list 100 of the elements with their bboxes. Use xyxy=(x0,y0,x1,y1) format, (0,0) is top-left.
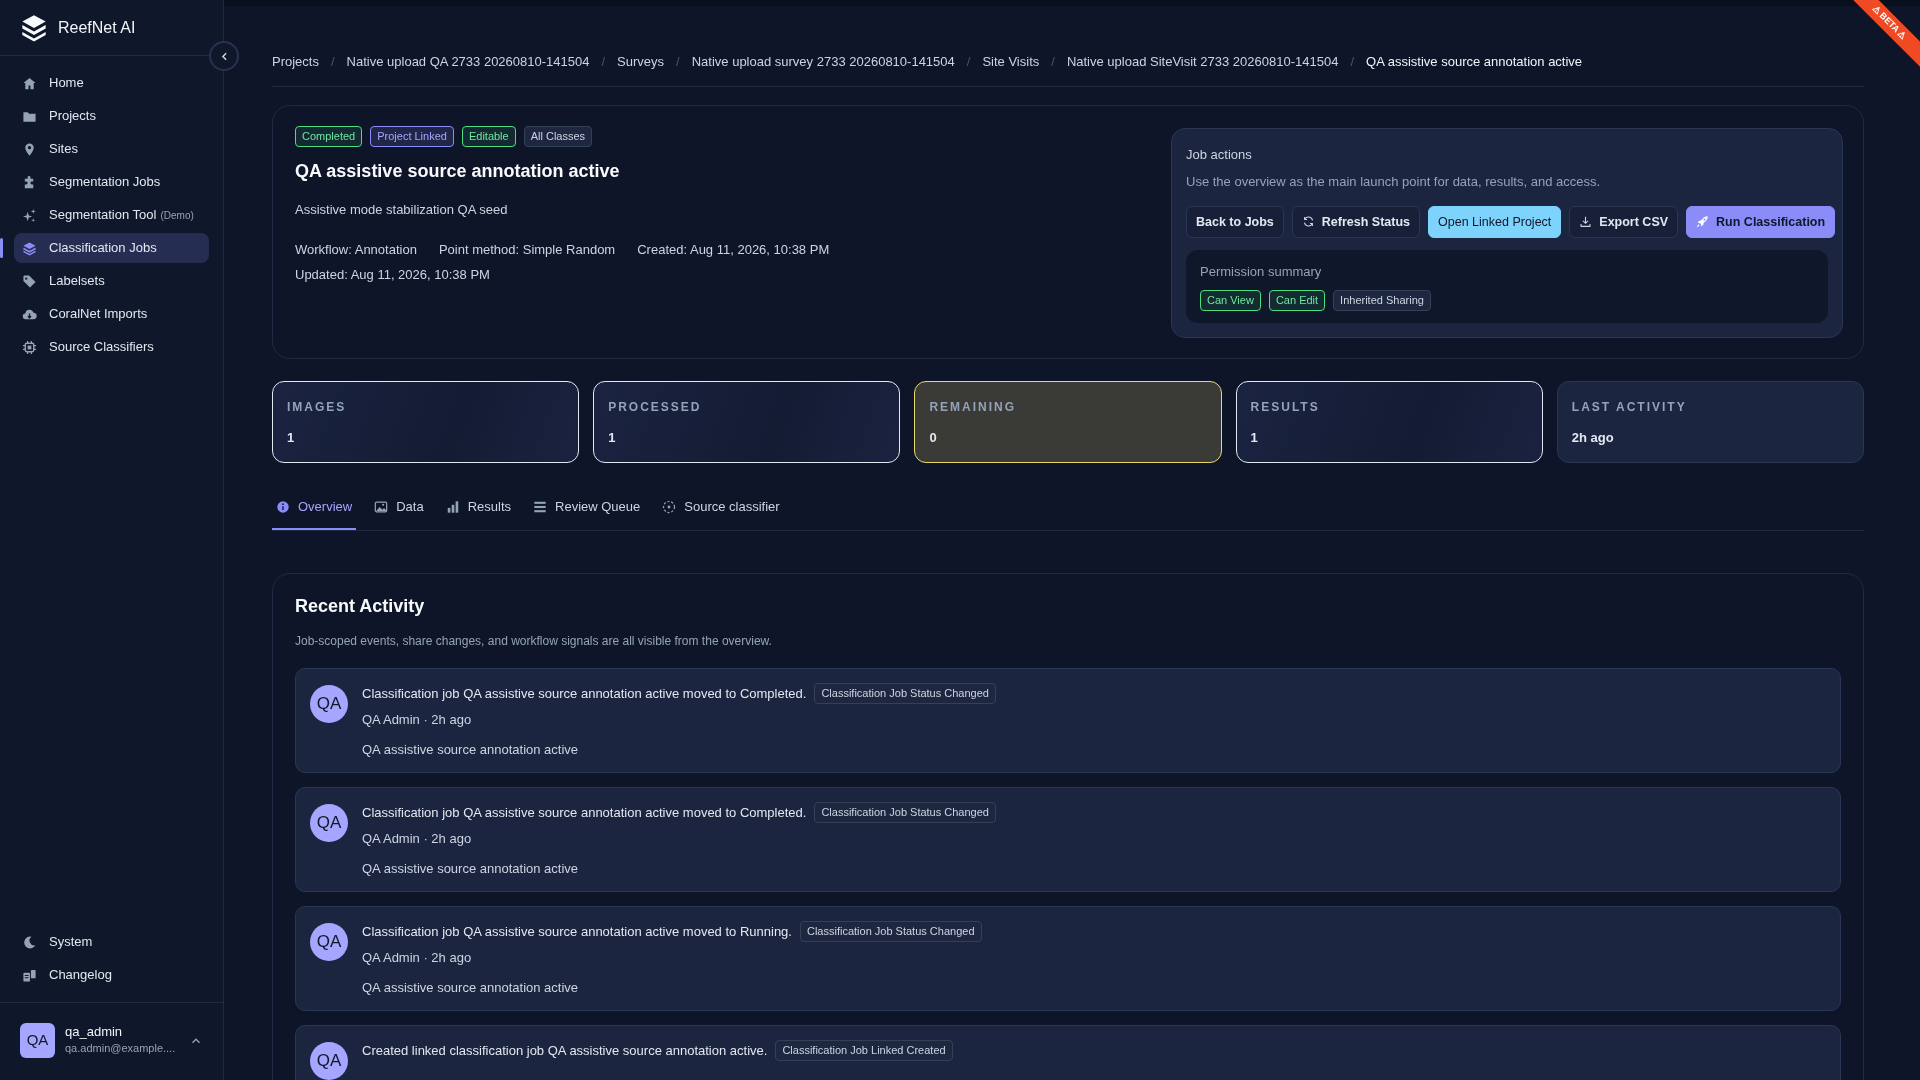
brand-name: ReefNet AI xyxy=(58,17,136,38)
sidebar-item[interactable]: CoralNet Imports xyxy=(14,299,209,329)
breadcrumb-current: QA assistive source annotation active xyxy=(1366,53,1583,71)
permission-badge: Can View xyxy=(1200,289,1261,311)
sidebar-item[interactable]: Labelsets xyxy=(14,266,209,296)
sidebar-item[interactable]: Segmentation Tool (Demo) xyxy=(14,200,209,230)
tab[interactable]: Results xyxy=(441,490,515,531)
breadcrumb-link[interactable]: Surveys xyxy=(617,52,665,72)
event-badge: Classification Job Linked Created xyxy=(775,1040,953,1062)
sidebar-item[interactable]: Sites xyxy=(14,134,209,164)
activity-message: Classification job QA assistive source annotation active moved to Completed. xyxy=(362,684,807,703)
activity-meta: QA Admin · 2h ago xyxy=(362,711,473,730)
event-badge: Classification Job Status Changed xyxy=(799,921,982,943)
home-icon xyxy=(22,75,37,91)
run-button[interactable]: Run Classification xyxy=(1686,205,1836,239)
back-button[interactable]: Back to Jobs xyxy=(1186,205,1284,239)
documents-icon xyxy=(22,967,37,983)
activity-meta: QA Admin · 2h ago xyxy=(362,949,473,968)
sidebar-item[interactable]: Source Classifiers xyxy=(14,332,209,362)
refresh-button[interactable]: Refresh Status xyxy=(1291,205,1421,239)
breadcrumb-separator: / xyxy=(676,53,680,71)
breadcrumb-separator: / xyxy=(1051,53,1055,71)
stat-label: RESULTS xyxy=(1250,398,1321,416)
dashed-circle-icon xyxy=(662,499,677,514)
open-project-button[interactable]: Open Linked Project xyxy=(1428,205,1562,239)
activity-message: Created linked classification job QA assistive source annotation active. xyxy=(362,1041,768,1060)
status-badge: Completed xyxy=(295,125,363,147)
status-badge: Project Linked xyxy=(370,125,454,147)
tab[interactable]: Source classifier xyxy=(658,490,784,531)
sidebar-item[interactable]: Segmentation Jobs xyxy=(14,167,209,197)
activity-message: Classification job QA assistive source annotation active moved to Completed. xyxy=(362,803,807,822)
user-email: qa.admin@example.... xyxy=(65,1041,177,1057)
stat-label: LAST ACTIVITY xyxy=(1571,398,1688,416)
tab[interactable]: Review Queue xyxy=(529,490,645,531)
activity-detail: QA assistive source annotation active xyxy=(362,740,580,759)
tab[interactable]: Data xyxy=(370,490,428,531)
job-meta: Point method: Simple Random xyxy=(438,240,616,259)
moon-icon xyxy=(22,934,37,950)
stat-value: 1 xyxy=(1250,428,1259,447)
map-pin-icon xyxy=(22,141,37,157)
sidebar-item[interactable]: Home xyxy=(14,68,209,98)
event-badge: Classification Job Status Changed xyxy=(814,683,996,705)
activity-detail: QA assistive source annotation active xyxy=(362,978,580,997)
breadcrumb-link[interactable]: Projects xyxy=(272,52,319,72)
stat-label: REMAINING xyxy=(929,398,1018,416)
breadcrumb-link[interactable]: Native upload SiteVisit 2733 20260810-141504 xyxy=(1066,52,1339,72)
export-button[interactable]: Export CSV xyxy=(1569,205,1679,239)
sidebar-item[interactable]: Projects xyxy=(14,101,209,131)
job-meta: Updated: Aug 11, 2026, 10:38 PM xyxy=(295,266,490,285)
panel-description: Use the overview as the main launch point for data, results, and access. xyxy=(1186,173,1602,191)
breadcrumb-separator: / xyxy=(601,53,606,71)
layers-icon xyxy=(22,240,37,256)
permission-title: Permission summary xyxy=(1200,263,1323,282)
info-icon xyxy=(276,499,290,514)
user-avatar: QA xyxy=(310,923,348,962)
breadcrumb-link[interactable]: Native upload survey 2733 20260810-141504 xyxy=(691,52,955,72)
refresh-icon xyxy=(1301,215,1315,229)
breadcrumb-separator: / xyxy=(330,53,335,71)
logo-icon xyxy=(20,13,48,42)
panel-title: Job actions xyxy=(1186,145,1253,164)
breadcrumb-separator: / xyxy=(1350,53,1355,71)
stat-value: 1 xyxy=(287,428,296,447)
user-avatar: QA xyxy=(20,1023,55,1058)
stat-value: 2h ago xyxy=(1571,428,1615,447)
permission-badge: Inherited Sharing xyxy=(1333,289,1431,311)
sidebar-item[interactable]: Classification Jobs xyxy=(14,233,209,263)
sidebar-item[interactable]: System xyxy=(14,927,209,957)
active-indicator xyxy=(0,238,3,258)
section-description: Job-scoped events, share changes, and workflow signals are all visible from the overview. xyxy=(295,633,773,651)
breadcrumb-separator: / xyxy=(966,53,971,71)
chip-icon xyxy=(22,339,37,355)
rocket-icon xyxy=(1696,215,1710,229)
activity-detail: QA assistive source annotation active xyxy=(362,859,580,878)
image-icon xyxy=(374,499,389,514)
user-avatar: QA xyxy=(310,1042,348,1080)
permission-badge: Can Edit xyxy=(1268,289,1326,311)
tab[interactable]: Overview xyxy=(272,490,357,531)
breadcrumb-link[interactable]: Native upload QA 2733 20260810-141504 xyxy=(346,52,590,72)
breadcrumb-link[interactable]: Site Visits xyxy=(982,52,1040,72)
job-meta: Created: Aug 11, 2026, 10:38 PM xyxy=(637,240,830,259)
job-description: Assistive mode stabilization QA seed xyxy=(295,201,509,220)
bar-chart-icon xyxy=(445,499,460,514)
sparkles-icon xyxy=(22,207,37,223)
list-icon xyxy=(533,499,547,514)
tag-icon xyxy=(22,273,37,289)
status-badge: All Classes xyxy=(523,125,593,147)
user-name: qa_admin xyxy=(65,1024,124,1041)
job-title: QA assistive source annotation active xyxy=(295,160,621,183)
download-icon xyxy=(1579,215,1593,229)
status-badge: Editable xyxy=(461,125,516,147)
activity-message: Classification job QA assistive source annotation active moved to Running. xyxy=(362,922,792,941)
user-avatar: QA xyxy=(310,685,348,724)
demo-tag: (Demo) xyxy=(160,207,194,223)
event-badge: Classification Job Status Changed xyxy=(814,802,996,824)
sidebar-item[interactable]: Changelog xyxy=(14,960,209,990)
section-title: Recent Activity xyxy=(295,596,426,619)
job-meta: Workflow: Annotation xyxy=(295,240,417,259)
stat-label: PROCESSED xyxy=(608,398,703,416)
collapse-button[interactable] xyxy=(209,41,239,71)
activity-meta: QA Admin · 2h ago xyxy=(362,830,473,849)
